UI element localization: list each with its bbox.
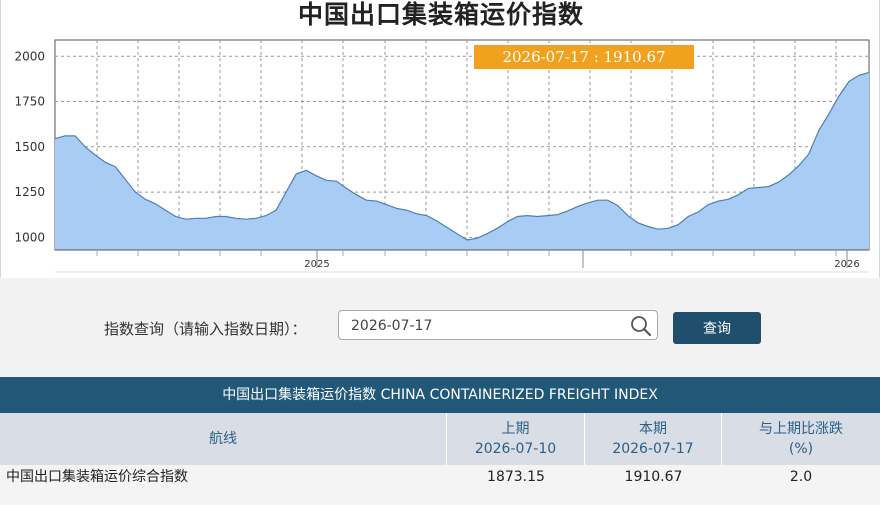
date-field[interactable] <box>338 310 658 340</box>
header-change-unit: (%) <box>788 441 814 457</box>
header-change-label: 与上期比涨跌 <box>759 421 843 437</box>
chart-panel: 中国出口集装箱运价指数 1000 1250 1500 1750 2000 2025 2026… <box>0 0 880 278</box>
query-row: 指数查询（请输入指数日期）： 查询 <box>0 310 880 346</box>
header-prev: 上期 2026-07-10 <box>447 413 585 465</box>
index-table: 中国出口集装箱运价指数 CHINA CONTAINERIZED FREIGHT … <box>0 377 880 505</box>
y-tick-label: 1000 <box>14 230 45 244</box>
query-label: 指数查询（请输入指数日期）： <box>104 320 307 338</box>
header-prev-date: 2026-07-10 <box>474 441 557 457</box>
freight-index-chart: 1000 1250 1500 1750 2000 2025 2026 2026-07-17 :… <box>14 39 870 273</box>
row-change: 2.0 <box>789 469 813 485</box>
y-tick-label: 2000 <box>14 49 45 63</box>
table-banner: 中国出口集装箱运价指数 CHINA CONTAINERIZED FREIGHT … <box>0 377 880 413</box>
row-route: 中国出口集装箱运价综合指数 <box>6 469 188 485</box>
header-prev-label: 上期 <box>501 421 530 437</box>
header-curr-date: 2026-07-17 <box>612 441 694 457</box>
y-tick-label: 1750 <box>14 95 45 109</box>
date-input[interactable] <box>349 315 623 337</box>
row-prev: 1873.15 <box>487 469 545 485</box>
header-route-label: 航线 <box>209 431 237 447</box>
search-icon[interactable] <box>629 314 653 338</box>
table-header-row: 航线 上期 2026-07-10 本期 2026-07-17 与上期比涨跌 (%… <box>0 413 880 465</box>
header-curr-label: 本期 <box>639 421 667 437</box>
tooltip-text: 2026-07-17 : 1910.67 <box>502 48 665 66</box>
table-row[interactable]: 中国出口集装箱运价综合指数 1873.15 1910.67 2.0 <box>0 465 880 505</box>
query-button[interactable]: 查询 <box>673 312 761 344</box>
header-change: 与上期比涨跌 (%) <box>722 413 880 465</box>
x-tick-label: 2026 <box>834 259 859 270</box>
header-curr: 本期 2026-07-17 <box>585 413 722 465</box>
y-tick-label: 1500 <box>14 140 45 154</box>
header-route: 航线 <box>0 413 447 465</box>
row-curr: 1910.67 <box>624 469 683 485</box>
x-tick-label: 2025 <box>304 259 329 270</box>
y-tick-label: 1250 <box>14 185 45 199</box>
